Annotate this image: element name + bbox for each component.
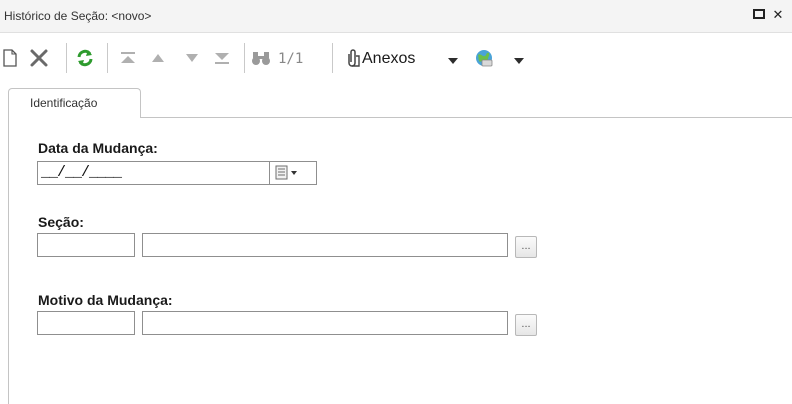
maximize-icon[interactable]: [751, 7, 767, 23]
reason-name-text[interactable]: [143, 312, 507, 334]
section-code-input[interactable]: [37, 233, 135, 257]
tab-label: Identificação: [30, 96, 98, 110]
reason-code-input[interactable]: [37, 311, 135, 335]
record-pager: 1/1: [278, 51, 304, 67]
last-record-icon[interactable]: [210, 46, 234, 70]
section-lookup-button[interactable]: ...: [515, 236, 537, 258]
attachments-dropdown-icon[interactable]: [448, 58, 458, 64]
globe-icon[interactable]: [472, 46, 496, 70]
toolbar-separator: [244, 43, 245, 73]
section-name-input[interactable]: [142, 233, 508, 257]
close-icon[interactable]: ✕: [770, 7, 786, 23]
calendar-dropdown-icon[interactable]: [274, 165, 312, 181]
date-separator: [269, 162, 270, 184]
new-document-icon[interactable]: [2, 46, 18, 70]
refresh-icon[interactable]: [73, 46, 97, 70]
previous-record-icon[interactable]: [147, 46, 169, 70]
toolbar-separator: [107, 43, 108, 73]
date-field[interactable]: __/__/____: [37, 161, 317, 185]
attachment-paperclip-icon[interactable]: [344, 46, 362, 70]
first-record-icon[interactable]: [116, 46, 140, 70]
reason-label: Motivo da Mudança:: [38, 292, 173, 308]
next-record-icon[interactable]: [181, 46, 203, 70]
section-code-text[interactable]: [38, 234, 134, 256]
toolbar-separator: [332, 43, 333, 73]
reason-name-input[interactable]: [142, 311, 508, 335]
date-label: Data da Mudança:: [38, 140, 158, 156]
section-label: Seção:: [38, 214, 84, 230]
date-mask: __/__/____: [41, 164, 122, 181]
toolbar-separator: [66, 43, 67, 73]
window-title: Histórico de Seção: <novo>: [4, 9, 152, 23]
delete-icon[interactable]: [25, 46, 53, 70]
section-name-text[interactable]: [143, 234, 507, 256]
reason-lookup-button[interactable]: ...: [515, 314, 537, 336]
attachments-button[interactable]: Anexos: [362, 50, 415, 68]
toolbar: 1/1 Anexos: [0, 34, 792, 80]
tab-identificacao[interactable]: Identificação: [8, 88, 141, 118]
find-icon[interactable]: [249, 46, 273, 70]
globe-dropdown-icon[interactable]: [514, 58, 524, 64]
window-title-bar: Histórico de Seção: <novo> ✕: [0, 0, 792, 33]
reason-code-text[interactable]: [38, 312, 134, 334]
